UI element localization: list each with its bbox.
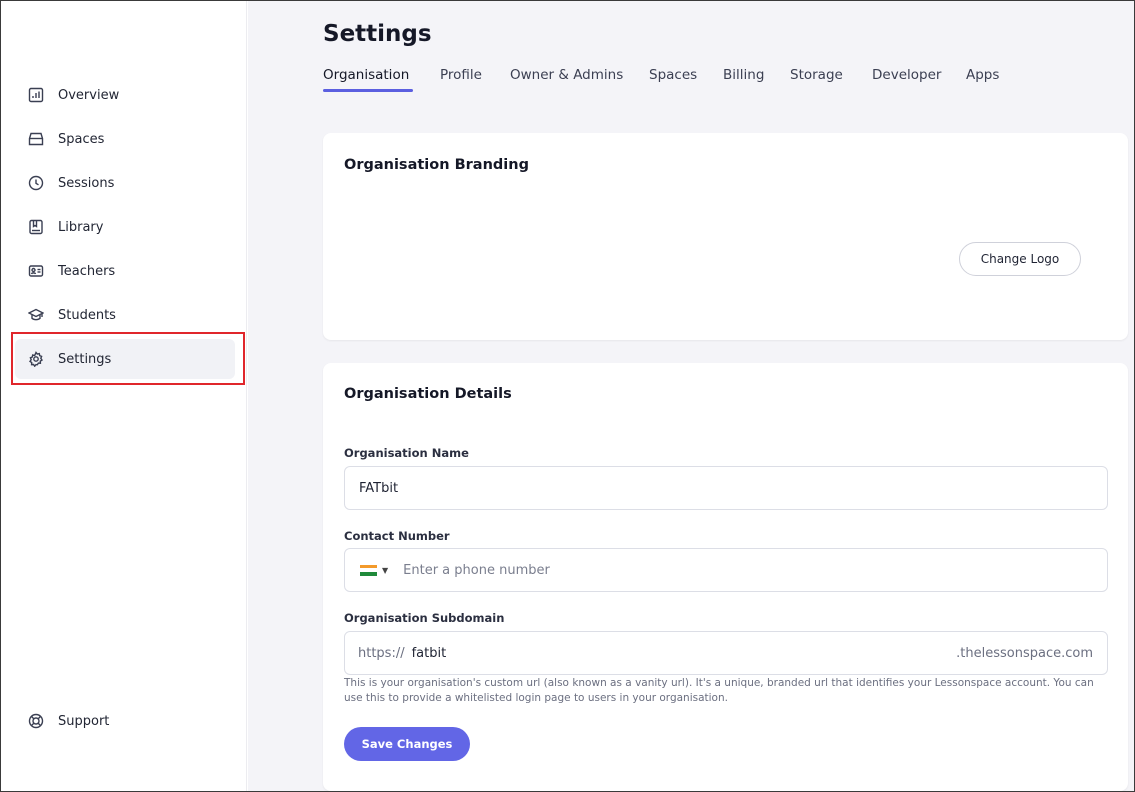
- india-flag-icon[interactable]: [360, 564, 377, 576]
- book-icon: [27, 218, 45, 236]
- tab-owner-admins[interactable]: Owner & Admins: [510, 67, 623, 83]
- chevron-down-icon[interactable]: ▼: [382, 566, 388, 575]
- details-title: Organisation Details: [344, 386, 512, 402]
- sidebar-item-label: Spaces: [58, 131, 105, 147]
- lifebuoy-icon: [27, 712, 45, 730]
- branding-card: Organisation Branding Change Logo: [323, 133, 1128, 340]
- contact-number-field[interactable]: ▼ Enter a phone number: [344, 548, 1108, 592]
- sidebar-item-label: Support: [58, 713, 110, 729]
- sidebar-item-overview[interactable]: Overview: [15, 75, 235, 115]
- change-logo-button[interactable]: Change Logo: [959, 242, 1081, 276]
- sidebar: Overview Spaces Sessions Library Teacher…: [1, 1, 247, 791]
- id-card-icon: [27, 262, 45, 280]
- tab-billing[interactable]: Billing: [723, 67, 764, 83]
- tab-organisation[interactable]: Organisation: [323, 67, 409, 83]
- tab-apps[interactable]: Apps: [966, 67, 999, 83]
- sidebar-item-teachers[interactable]: Teachers: [15, 251, 235, 291]
- contact-number-label: Contact Number: [344, 529, 450, 543]
- sidebar-item-support[interactable]: Support: [15, 701, 235, 741]
- sidebar-item-label: Students: [58, 307, 116, 323]
- sidebar-item-label: Library: [58, 219, 104, 235]
- bar-chart-icon: [27, 86, 45, 104]
- subdomain-help-text: This is your organisation's custom url (…: [344, 677, 1094, 704]
- subdomain-suffix: .thelessonspace.com: [956, 645, 1093, 661]
- sidebar-item-label: Sessions: [58, 175, 115, 191]
- active-tab-indicator: [323, 89, 413, 92]
- box-icon: [27, 130, 45, 148]
- tab-spaces[interactable]: Spaces: [649, 67, 697, 83]
- sidebar-item-label: Teachers: [58, 263, 116, 279]
- subdomain-prefix: https://: [358, 645, 405, 661]
- clock-icon: [27, 174, 45, 192]
- tab-profile[interactable]: Profile: [440, 67, 482, 83]
- subdomain-value: fatbit: [411, 645, 447, 661]
- sidebar-item-spaces[interactable]: Spaces: [15, 119, 235, 159]
- tab-storage[interactable]: Storage: [790, 67, 843, 83]
- sidebar-item-library[interactable]: Library: [15, 207, 235, 247]
- organisation-name-input[interactable]: FATbit: [344, 466, 1108, 510]
- subdomain-input[interactable]: https:// fatbit .thelessonspace.com: [344, 631, 1108, 675]
- sidebar-item-students[interactable]: Students: [15, 295, 235, 335]
- tab-developer[interactable]: Developer: [872, 67, 941, 83]
- branding-title: Organisation Branding: [344, 157, 529, 173]
- settings-highlight: [11, 332, 245, 385]
- details-card: Organisation Details Organisation Name F…: [323, 363, 1128, 791]
- organisation-name-label: Organisation Name: [344, 446, 469, 460]
- graduation-cap-icon: [27, 306, 45, 324]
- subdomain-label: Organisation Subdomain: [344, 611, 505, 625]
- organisation-name-value: FATbit: [359, 480, 399, 496]
- save-changes-button[interactable]: Save Changes: [344, 727, 470, 761]
- main-content: Settings Organisation Profile Owner & Ad…: [248, 1, 1134, 791]
- contact-number-placeholder: Enter a phone number: [403, 562, 550, 578]
- sidebar-item-label: Overview: [58, 87, 120, 103]
- sidebar-item-sessions[interactable]: Sessions: [15, 163, 235, 203]
- page-title: Settings: [323, 21, 432, 47]
